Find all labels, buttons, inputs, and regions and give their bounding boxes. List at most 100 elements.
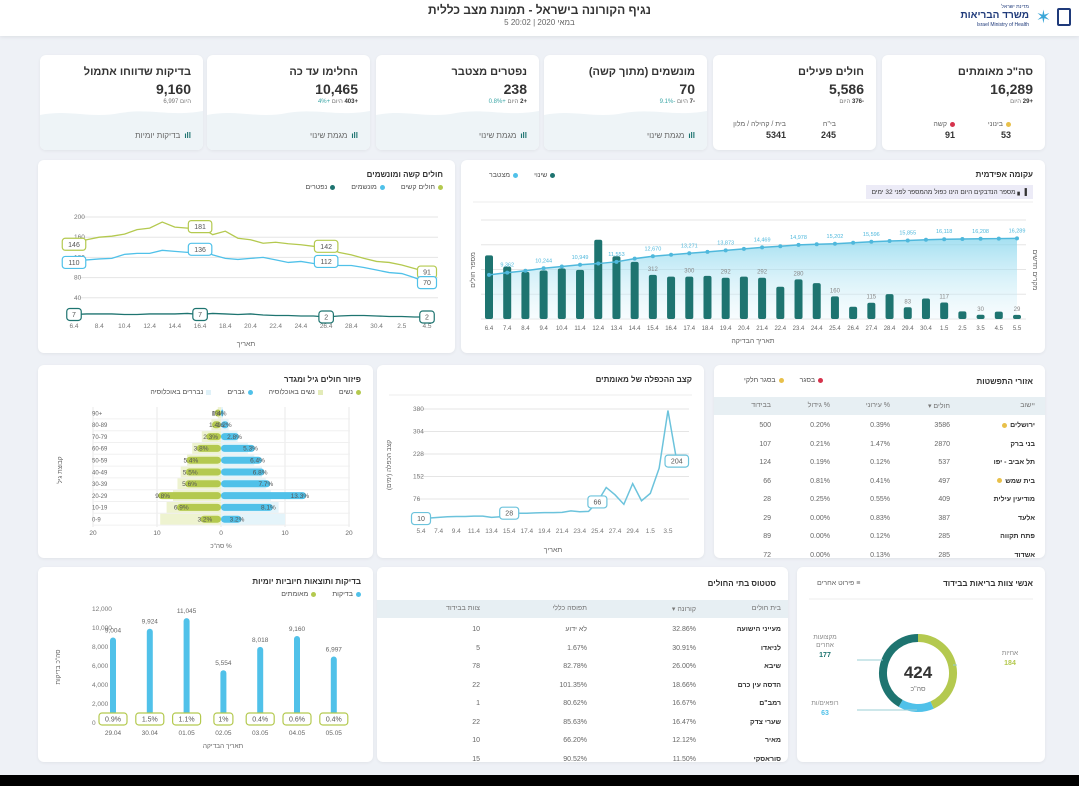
column-header[interactable]: בבידוד [751, 402, 771, 409]
women-label: 5.6% [182, 481, 197, 488]
kpi-card: מונשמים (מתוך קשה) 70 -7 היום -9.1% ıllמגמת… [544, 55, 707, 150]
delta-value: -376 [850, 99, 864, 105]
segment-label: אחיות [1002, 650, 1018, 657]
cumulative-label: 14,469 [754, 237, 771, 243]
daily-bar [576, 269, 585, 319]
x-tick: 28.4 [345, 323, 358, 330]
cell: 0.12% [870, 459, 890, 466]
cell: 3586 [934, 422, 950, 429]
table-row[interactable]: מעייני הישועה 32.86% לא ידוע 10 [377, 621, 788, 639]
table-row[interactable]: לניאדו 30.91% 1.67% 5 [377, 640, 788, 658]
kpi-breakdown: קשה 91 [933, 121, 955, 140]
cell: תל אביב - יפו [993, 459, 1035, 466]
cell: מודיעין עילית [993, 496, 1035, 503]
trend-link[interactable]: ıllמגמת שינוי [479, 131, 527, 140]
men-label: 2.8% [227, 434, 242, 441]
x-tick: 28.4 [884, 326, 896, 332]
table-row[interactable]: שיבא 26.00% 82.78% 78 [377, 658, 788, 676]
daily-bar [921, 298, 930, 319]
cell: 22 [472, 681, 480, 689]
doubling-rate-card: קצב ההכפלה של מאומתים 76 152 228 304 380 5.4 7… [377, 365, 704, 558]
women-label: 3.8% [194, 446, 209, 453]
table-row[interactable]: אלעד 387 0.83% 0.00% 29 [714, 510, 1045, 528]
cumulative-label: 16,208 [972, 229, 989, 235]
x-tick: 12.4 [143, 323, 156, 330]
column-header[interactable]: בית חולים [752, 605, 781, 612]
table-row[interactable]: בית שמש 497 0.41% 0.81% 66 [714, 473, 1045, 491]
age-group-label: 30-39 [92, 482, 108, 488]
cell: 0.41% [870, 477, 890, 485]
kpi-value: 16,289 [990, 81, 1033, 97]
legend: בסגרבסגר חלקי [728, 377, 824, 384]
daily-tests-chart: 02,0004,0006,0008,00010,00012,0009,0040.… [55, 606, 349, 750]
table-row[interactable]: ירושלים 3586 0.39% 0.20% 500 [714, 417, 1045, 435]
column-header[interactable]: קורונה ▾ [672, 605, 696, 613]
cell: הדסה עין כרם [737, 681, 781, 689]
cell: 10 [472, 626, 480, 633]
cumulative-label: 15,596 [863, 232, 880, 238]
x-tick: 4.5 [422, 323, 431, 330]
cumulative-point [669, 252, 674, 257]
cumulative-label: 9,362 [500, 263, 514, 269]
cell: 90.52% [563, 755, 587, 763]
delta-value: +29 [1021, 99, 1033, 105]
table-row[interactable]: פתח תקווה 285 0.12% 0.00% 89 [714, 528, 1045, 546]
cell: 0.25% [810, 496, 830, 503]
column-header[interactable]: צוות בבידוד [446, 605, 480, 612]
table-row[interactable]: בני ברק 2870 1.47% 0.21% 107 [714, 436, 1045, 454]
x-tick: 5.5 [1013, 326, 1022, 332]
daily-bar [867, 302, 876, 319]
men-label: 6.8% [253, 469, 268, 476]
epidemic-curve-card: עקומה אפידמית ▐▖ מספר הנדבקים היום הינו … [461, 160, 1045, 353]
table-row[interactable]: מאיר 12.12% 66.20% 10 [377, 732, 788, 750]
men-label: 7.7% [258, 481, 273, 488]
x-tick: 8.4 [95, 323, 104, 330]
cell: מעייני הישועה [736, 626, 781, 633]
trend-link[interactable]: ıllמגמת שינוי [310, 131, 358, 140]
segment-value: 63 [821, 710, 829, 717]
cell: 0.83% [870, 514, 890, 522]
table-header: בית חולים קורונה ▾ תפוסה כללי צוות בבידוד [377, 600, 788, 618]
series-line [73, 221, 428, 273]
table-row[interactable]: רמב"ם 16.67% 80.62% 1 [377, 695, 788, 713]
kpi-value: 238 [503, 81, 527, 97]
age-gender-chart: 20 10 0 10 20 3.2% 3.2% 0-9 6.9% 8.1% 10-19 9.8% 13.… [56, 407, 353, 550]
cumulative-label: 11,553 [608, 252, 624, 258]
table-row[interactable]: שערי צדק 16.47% 85.63% 22 [377, 714, 788, 732]
trend-link[interactable]: ıllמגמת שינוי [647, 131, 695, 140]
column-header[interactable]: % גידול [808, 402, 830, 409]
trend-link[interactable]: ıllבדיקות יומיות [135, 131, 191, 140]
x-tick: 10.4 [556, 326, 568, 332]
point-label: 7 [198, 312, 202, 319]
segment-value: 177 [819, 652, 831, 659]
column-header[interactable]: חולים ▾ [928, 402, 950, 410]
series-line [73, 312, 427, 318]
table-title: סטטוס בתי החולים [707, 579, 776, 588]
table-row[interactable]: מודיעין עילית 409 0.55% 0.25% 28 [714, 491, 1045, 509]
point-label: 7 [72, 312, 76, 319]
age-gender-card: פיזור חולים גיל ומגדר נשיםנשים באוכלוסיה… [38, 365, 373, 558]
breakdown-value: 53 [1000, 130, 1011, 140]
cumulative-point [487, 272, 491, 277]
table-row[interactable]: תל אביב - יפו 537 0.12% 0.19% 124 [714, 454, 1045, 472]
column-header[interactable]: תפוסה כללי [552, 605, 587, 612]
column-header[interactable]: % עירוני [866, 402, 890, 409]
bar-label: 30 [977, 307, 984, 313]
table-row[interactable]: אשדוד 285 0.13% 0.00% 72 [714, 547, 1045, 559]
x-tick: 20 [89, 530, 97, 537]
table-row[interactable]: סוראסקי 11.50% 90.52% 15 [377, 751, 788, 763]
staff-isolation-card: אנשי צוות בריאות בבידוד ≡ פירוט אחרים 42… [797, 567, 1045, 762]
kpi-title: בדיקות שדווחו אתמול [83, 66, 191, 78]
column-header[interactable]: יישוב [1020, 402, 1035, 409]
point-label: 142 [320, 244, 332, 251]
cell: מאיר [764, 737, 781, 744]
table-row[interactable]: הדסה עין כרם 18.66% 101.35% 22 [377, 677, 788, 695]
cumulative-point [614, 259, 619, 264]
total-label: סה"כ [910, 686, 926, 693]
page-title: נגיף הקורונה בישראל - תמונת מצב כללית [428, 3, 651, 17]
age-group-label: 80-89 [92, 423, 108, 429]
x-tick: 30.4 [920, 326, 932, 332]
x-tick: 25.4 [591, 528, 604, 535]
age-group-label: 10-19 [92, 506, 108, 512]
ministry-logo[interactable]: ✶ מדינת ישראל משרד הבריאות Israel Minist… [951, 4, 1071, 32]
